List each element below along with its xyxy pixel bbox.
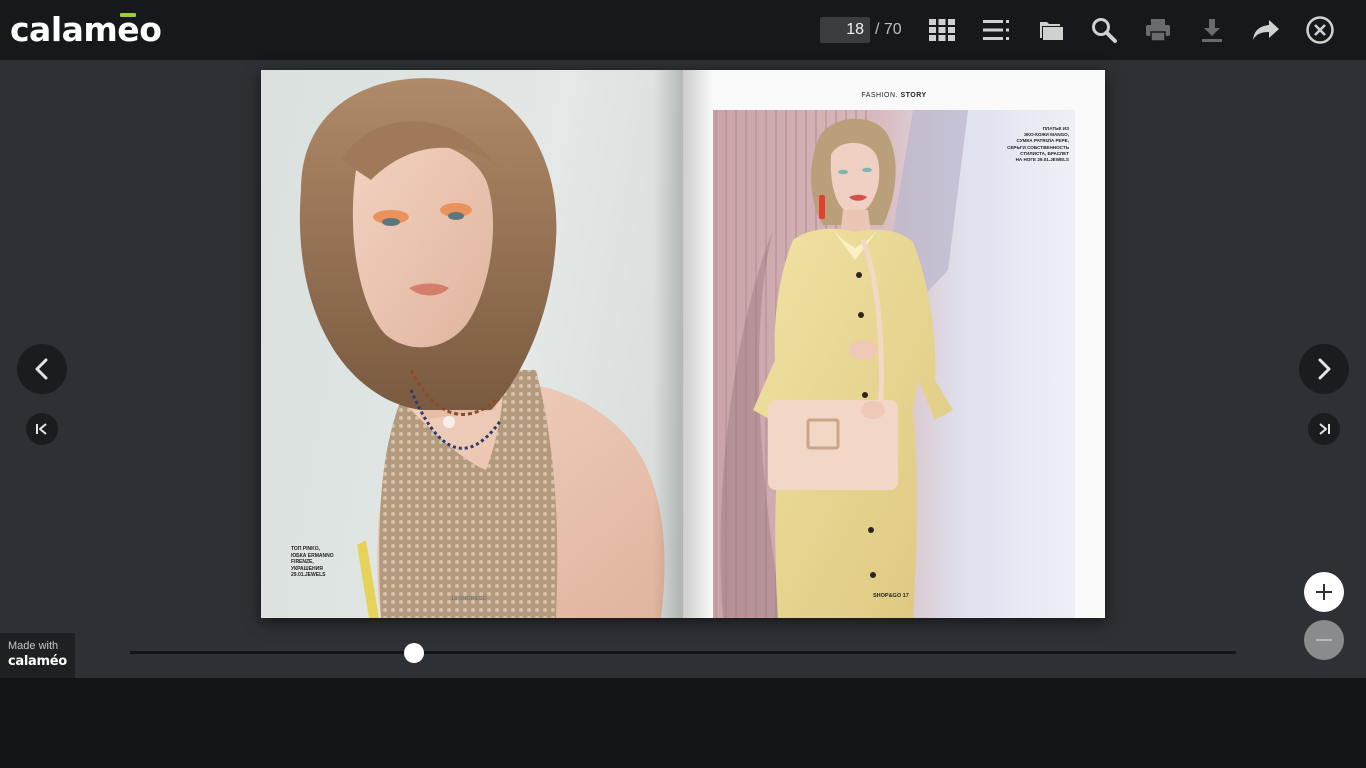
left-page-folio: 18 SHOP&GO <box>451 596 487 602</box>
share-button[interactable] <box>1250 14 1282 46</box>
bottom-area <box>0 678 1366 768</box>
table-of-contents-icon <box>983 20 1009 40</box>
top-toolbar: calameo / 70 <box>0 0 1366 60</box>
share-icon <box>1253 20 1279 40</box>
search-button[interactable] <box>1088 14 1120 46</box>
right-page-caption: ПЛАТЬЕ ИЗ ЭКО-КОЖИ MANGO, СУМКА PATRIZIA… <box>1007 126 1069 163</box>
left-page[interactable]: ТОП PINKO, ЮБКА ERMANNO FIRENZE, УКРАШЕН… <box>261 70 683 618</box>
made-with-logo: calaméo <box>8 654 67 669</box>
print-button[interactable] <box>1142 14 1174 46</box>
page-number-input[interactable] <box>820 17 870 43</box>
print-icon <box>1146 19 1170 42</box>
first-page-icon <box>36 423 47 435</box>
calameo-logo[interactable]: calam eo <box>10 10 162 50</box>
section-heading: FASHION. STORY <box>861 92 927 99</box>
left-page-caption: ТОП PINKO, ЮБКА ERMANNO FIRENZE, УКРАШЕН… <box>291 546 334 579</box>
close-button[interactable] <box>1304 14 1336 46</box>
calameo-viewer: calameo / 70 <box>0 0 1366 768</box>
previous-page-button[interactable] <box>17 344 67 394</box>
thumbnails-grid-icon <box>929 19 955 41</box>
chevron-right-icon <box>1318 358 1331 380</box>
magazine-spread[interactable]: ТОП PINKO, ЮБКА ERMANNO FIRENZE, УКРАШЕН… <box>261 70 1105 618</box>
logo-accent-letter: e <box>117 10 140 49</box>
chevron-left-icon <box>35 358 48 380</box>
next-page-button[interactable] <box>1299 344 1349 394</box>
zoom-out-button[interactable] <box>1304 620 1344 660</box>
page-slider-track[interactable] <box>130 643 1236 663</box>
logo-text-prefix: calam <box>10 10 118 49</box>
left-gutter-shadow <box>653 70 683 618</box>
first-page-button[interactable] <box>26 413 58 445</box>
table-of-contents-button[interactable] <box>980 14 1012 46</box>
close-icon <box>1306 16 1334 44</box>
right-page[interactable]: FASHION. STORY ПЛАТЬЕ ИЗ ЭКО-КОЖИ MANGO,… <box>683 70 1105 618</box>
minus-icon <box>1316 639 1332 641</box>
thumbnails-grid-button[interactable] <box>926 14 958 46</box>
made-with-label: Made with <box>8 640 59 652</box>
fashion-photo-right <box>713 110 1075 618</box>
portrait-photo-left <box>299 78 665 618</box>
logo-text-suffix: o <box>139 10 162 49</box>
zoom-in-button[interactable] <box>1304 572 1344 612</box>
logo-accent-bar <box>120 13 137 17</box>
download-icon <box>1202 19 1222 42</box>
last-page-icon <box>1319 423 1330 435</box>
folder-icon <box>1040 22 1063 40</box>
library-button[interactable] <box>1034 14 1066 46</box>
right-gutter-shadow <box>683 70 713 618</box>
search-icon <box>1092 18 1117 43</box>
right-page-folio: SHOP&GO 17 <box>873 593 909 599</box>
made-with-calameo-badge[interactable]: Made with calaméo <box>0 633 75 678</box>
page-total: / 70 <box>875 21 902 38</box>
plus-icon <box>1316 584 1332 600</box>
download-button[interactable] <box>1196 14 1228 46</box>
last-page-button[interactable] <box>1308 413 1340 445</box>
